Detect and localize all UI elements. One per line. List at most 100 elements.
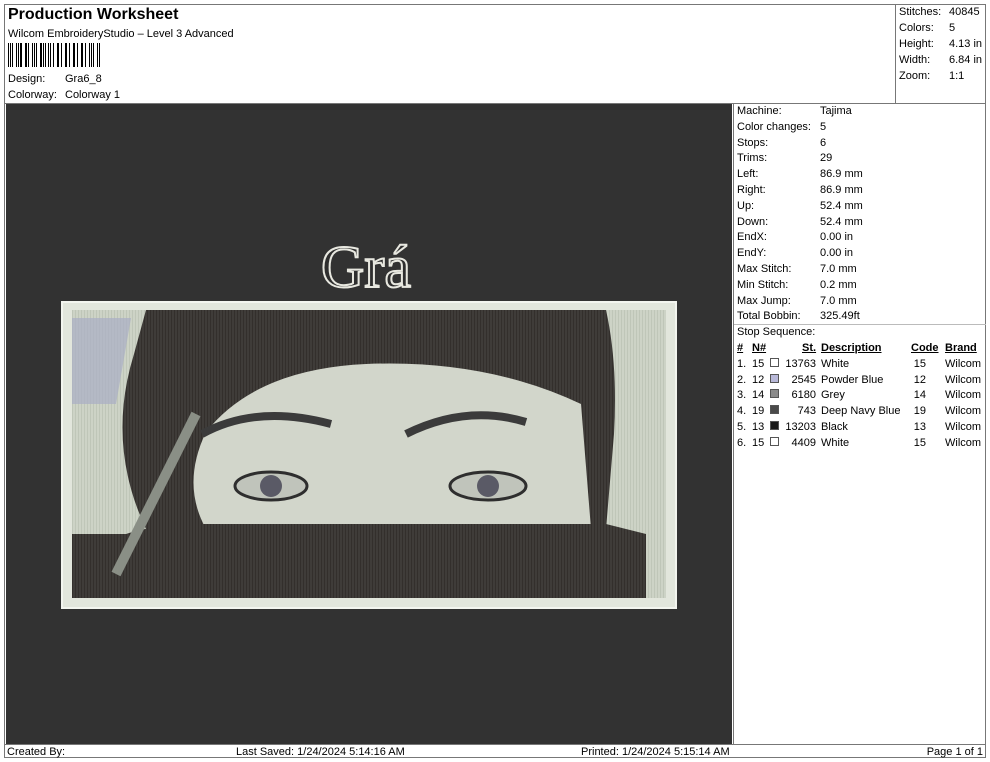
width-row: Width: 6.84 in: [899, 54, 982, 66]
printed-date: Printed: 1/24/2024 5:15:14 AM: [581, 746, 730, 758]
machine-property-row: Machine: Tajima: [737, 105, 852, 117]
barcode-bar: [28, 43, 30, 67]
right-iris: [477, 475, 499, 497]
col-header-n: N#: [752, 342, 767, 354]
stop-sequence-row: 4. 19 743 Deep Navy Blue 19 Wilcom: [734, 405, 986, 421]
barcode-bar: [74, 43, 76, 67]
stitch-count: 2545: [791, 373, 816, 386]
color-swatch: [770, 358, 779, 367]
property-label: Left:: [737, 168, 759, 181]
software-name: Wilcom EmbroideryStudio – Level 3 Advanc…: [8, 28, 234, 40]
stop-sequence-row: 2. 12 2545 Powder Blue 12 Wilcom: [734, 373, 986, 390]
needle-number: 13: [752, 420, 765, 433]
needle-number: 19: [752, 405, 765, 418]
property-label: Machine:: [737, 105, 782, 117]
color-swatch: [770, 436, 779, 446]
color-description: Grey: [821, 389, 845, 402]
color-code: 19: [913, 405, 926, 418]
barcode-bar: [60, 43, 62, 67]
row-number: 1.: [737, 358, 747, 370]
color-description: White: [821, 436, 850, 449]
barcode-bar: [82, 43, 84, 67]
color-code: 15: [913, 436, 926, 449]
row-number: 5.: [737, 420, 747, 433]
barcode-bar: [88, 43, 90, 67]
color-code: 13: [913, 420, 926, 433]
property-label: Up:: [737, 199, 755, 212]
property-label: Min Stitch:: [737, 278, 789, 291]
row-number: 6.: [737, 436, 747, 449]
colorway-label: Colorway:: [8, 89, 57, 101]
colors-row: Colors: 5: [899, 22, 955, 34]
thread-brand: Wilcom: [945, 405, 982, 418]
property-label: Max Stitch:: [737, 263, 792, 275]
thread-brand: Wilcom: [945, 389, 982, 402]
stitch-count: 13763: [785, 358, 816, 370]
property-value: 29: [820, 152, 833, 165]
machine-property-row: Right: 86.9 mm: [737, 184, 863, 196]
thread-brand: Wilcom: [945, 358, 982, 370]
footer: Created By: Last Saved: 1/24/2024 5:14:1…: [4, 744, 986, 758]
summary-panel: Stitches: 40845 Colors: 5 Height: 4.13 in W…: [895, 4, 986, 104]
needle-number: 14: [752, 389, 765, 402]
property-value: 52.4 mm: [820, 215, 863, 228]
property-value: 5: [820, 120, 827, 133]
property-value: 6: [820, 136, 827, 149]
machine-property-row: Stops: 6: [737, 137, 826, 149]
property-label: Stops:: [737, 136, 769, 149]
design-value: Gra6_8: [65, 73, 102, 85]
property-label: Trims:: [737, 152, 768, 165]
row-number: 3.: [737, 389, 747, 402]
barcode-bar: [96, 43, 98, 67]
property-value: 325.49ft: [820, 310, 860, 323]
col-header-num: #: [737, 342, 744, 354]
machine-property-row: Total Bobbin: 325.49ft: [737, 310, 860, 322]
property-value: 86.9 mm: [820, 168, 863, 181]
machine-property-row: Trims: 29: [737, 152, 832, 164]
property-value: 0.00 in: [820, 247, 854, 260]
col-header-st: St.: [802, 342, 817, 354]
property-value: 7.0 mm: [820, 263, 857, 275]
machine-property-row: Max Jump: 7.0 mm: [737, 295, 857, 307]
color-swatch: [770, 405, 779, 415]
property-label: EndX:: [737, 231, 767, 244]
height-value: 4.13 in: [949, 38, 983, 50]
property-value: 86.9 mm: [820, 184, 863, 196]
barcode-bar: [8, 43, 9, 67]
property-label: Max Jump:: [737, 294, 791, 307]
machine-property-row: Left: 86.9 mm: [737, 168, 863, 180]
row-number: 4.: [737, 405, 747, 418]
colorway-value: Colorway 1: [65, 89, 121, 101]
face-veil-lower: [72, 524, 646, 598]
colors-label: Colors:: [899, 22, 934, 34]
row-number: 2.: [737, 373, 747, 386]
thread-brand: Wilcom: [945, 436, 982, 449]
machine-property-row: Up: 52.4 mm: [737, 200, 863, 212]
design-label: Design:: [8, 73, 46, 85]
barcode: [8, 43, 101, 67]
property-label: Down:: [737, 215, 769, 228]
stitch-count: 13203: [785, 420, 816, 433]
color-swatch: [770, 389, 779, 399]
machine-info-panel: Machine: Tajima Color changes: 5 Stops: 6 Trim…: [733, 104, 986, 744]
stitches-label: Stitches:: [899, 6, 942, 18]
barcode-bar: [49, 43, 51, 67]
stitches-value: 40845: [949, 6, 980, 18]
color-code: 12: [913, 373, 926, 386]
property-value: 0.2 mm: [820, 278, 857, 291]
machine-property-row: Max Stitch: 7.0 mm: [737, 263, 857, 275]
zoom-value: 1:1: [949, 70, 965, 82]
property-value: 52.4 mm: [820, 199, 863, 212]
col-header-brand: Brand: [945, 342, 977, 354]
barcode-bar: [15, 43, 17, 67]
color-swatch: [770, 373, 779, 383]
machine-property-row: Color changes: 5: [737, 121, 826, 133]
color-description: White: [821, 358, 850, 370]
stitch-count: 4409: [791, 436, 816, 449]
properties-divider: [734, 324, 986, 325]
col-header-code: Code: [911, 342, 939, 354]
width-value: 6.84 in: [949, 54, 983, 66]
page-title: Production Worksheet: [8, 6, 179, 23]
page-number: Page 1 of 1: [926, 746, 983, 758]
last-saved: Last Saved: 1/24/2024 5:14:16 AM: [236, 746, 405, 758]
